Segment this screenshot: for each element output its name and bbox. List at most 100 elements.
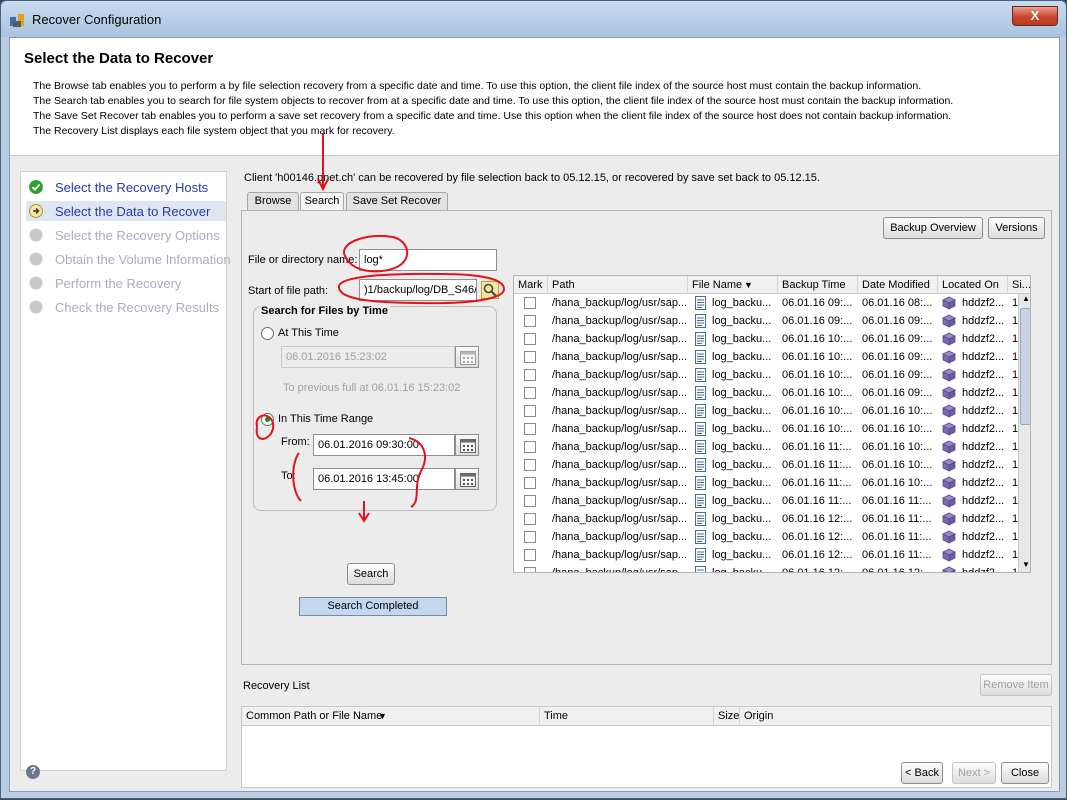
help-icon[interactable]: ?: [26, 765, 40, 779]
file-name-input[interactable]: log*: [359, 249, 497, 271]
mark-checkbox[interactable]: [524, 477, 536, 489]
scroll-up-arrow[interactable]: ▲: [1020, 294, 1030, 307]
tab-browse[interactable]: Browse: [247, 192, 299, 210]
column-time[interactable]: Time: [540, 707, 714, 725]
time-range-radio[interactable]: [261, 413, 274, 426]
cell-file-name: log_backu...: [712, 423, 772, 435]
wizard-steps: Select the Recovery Hosts Select the Dat…: [20, 171, 231, 771]
column-size[interactable]: Si...: [1008, 276, 1030, 294]
tab-search[interactable]: Search: [300, 192, 344, 210]
tab-save-set-recover[interactable]: Save Set Recover: [346, 192, 448, 210]
table-row[interactable]: /hana_backup/log/usr/sap... log_backu... 0…: [514, 348, 1022, 366]
next-button[interactable]: Next >: [952, 762, 996, 784]
mark-checkbox[interactable]: [524, 441, 536, 453]
cell-located-on: hddzf2...: [962, 423, 1005, 435]
mark-checkbox[interactable]: [524, 387, 536, 399]
column-size[interactable]: Size: [714, 707, 740, 725]
to-calendar-button[interactable]: [455, 468, 479, 490]
at-this-time-radio[interactable]: [261, 327, 274, 340]
search-button[interactable]: Search: [347, 563, 395, 585]
recovery-list-title: Recovery List: [243, 680, 310, 692]
mark-checkbox[interactable]: [524, 513, 536, 525]
cell-file-name: log_backu...: [712, 315, 772, 327]
file-icon: [695, 548, 706, 562]
table-row[interactable]: /hana_backup/log/usr/sap... log_backu... 0…: [514, 438, 1022, 456]
column-origin[interactable]: Origin: [740, 707, 1053, 725]
mark-checkbox[interactable]: [524, 531, 536, 543]
mark-checkbox[interactable]: [524, 297, 536, 309]
file-icon: [695, 368, 706, 382]
cell-path: /hana_backup/log/usr/sap...: [552, 315, 688, 327]
table-row[interactable]: /hana_backup/log/usr/sap... log_backu... 0…: [514, 492, 1022, 510]
step-select-data-to-recover[interactable]: Select the Data to Recover: [26, 201, 226, 221]
sort-desc-icon: ▼: [378, 711, 387, 721]
cell-date-modified: 06.01.16 09:...: [862, 333, 933, 345]
table-row[interactable]: /hana_backup/log/usr/sap... log_backu... 0…: [514, 366, 1022, 384]
file-icon: [695, 314, 706, 328]
title-bar[interactable]: Recover Configuration X: [1, 1, 1066, 37]
mark-checkbox[interactable]: [524, 495, 536, 507]
mark-checkbox[interactable]: [524, 549, 536, 561]
check-icon: [29, 180, 43, 194]
remove-item-button[interactable]: Remove Item: [980, 674, 1052, 696]
results-vertical-scrollbar[interactable]: ▲ ▼: [1018, 294, 1030, 572]
column-file-name[interactable]: File Name ▼: [688, 276, 778, 294]
dialog-content: Select the Data to Recover The Browse ta…: [9, 37, 1060, 792]
cell-located-on: hddzf2...: [962, 567, 1005, 573]
file-icon: [695, 440, 706, 454]
column-mark[interactable]: Mark: [514, 276, 548, 294]
column-date-modified[interactable]: Date Modified: [858, 276, 938, 294]
table-row[interactable]: /hana_backup/log/usr/sap... log_backu... 0…: [514, 510, 1022, 528]
file-icon: [695, 530, 706, 544]
table-row[interactable]: /hana_backup/log/usr/sap... log_backu... 0…: [514, 294, 1022, 312]
table-row[interactable]: /hana_backup/log/usr/sap... log_backu... 0…: [514, 402, 1022, 420]
to-date-input[interactable]: 06.01.2016 13:45:00: [313, 468, 455, 490]
table-row[interactable]: /hana_backup/log/usr/sap... log_backu... 0…: [514, 312, 1022, 330]
mark-checkbox[interactable]: [524, 315, 536, 327]
mark-checkbox[interactable]: [524, 369, 536, 381]
column-common-path[interactable]: Common Path or File Name ▼: [242, 707, 540, 725]
cell-path: /hana_backup/log/usr/sap...: [552, 369, 688, 381]
column-path[interactable]: Path: [548, 276, 688, 294]
table-row[interactable]: /hana_backup/log/usr/sap... log_backu... 0…: [514, 528, 1022, 546]
cell-file-name: log_backu...: [712, 531, 772, 543]
scroll-thumb[interactable]: [1020, 308, 1030, 425]
table-row[interactable]: /hana_backup/log/usr/sap... log_backu... 0…: [514, 456, 1022, 474]
from-date-input[interactable]: 06.01.2016 09:30:00: [313, 434, 455, 456]
main-area: Client 'h00146.pnet.ch' can be recovered…: [241, 156, 1053, 788]
column-backup-time[interactable]: Backup Time: [778, 276, 858, 294]
calendar-icon: [460, 351, 476, 365]
mark-checkbox[interactable]: [524, 423, 536, 435]
cell-file-name: log_backu...: [712, 495, 772, 507]
cell-path: /hana_backup/log/usr/sap...: [552, 441, 688, 453]
mark-checkbox[interactable]: [524, 333, 536, 345]
step-select-recovery-hosts[interactable]: Select the Recovery Hosts: [26, 177, 226, 197]
mark-checkbox[interactable]: [524, 405, 536, 417]
from-calendar-button[interactable]: [455, 434, 479, 456]
table-row[interactable]: /hana_backup/log/usr/sap... log_backu... 0…: [514, 384, 1022, 402]
table-row[interactable]: /hana_backup/log/usr/sap... log_backu... 0…: [514, 474, 1022, 492]
mark-checkbox[interactable]: [524, 351, 536, 363]
table-row[interactable]: /hana_backup/log/usr/sap... log_backu... 0…: [514, 564, 1022, 573]
close-button[interactable]: Close: [1001, 762, 1049, 784]
window-close-button[interactable]: X: [1012, 6, 1058, 26]
backup-overview-button[interactable]: Backup Overview: [883, 217, 983, 239]
volume-icon: [942, 566, 956, 572]
table-row[interactable]: /hana_backup/log/usr/sap... log_backu... 0…: [514, 330, 1022, 348]
scroll-down-arrow[interactable]: ▼: [1020, 560, 1030, 572]
cell-path: /hana_backup/log/usr/sap...: [552, 405, 688, 417]
column-located-on[interactable]: Located On: [938, 276, 1008, 294]
table-row[interactable]: /hana_backup/log/usr/sap... log_backu... 0…: [514, 546, 1022, 564]
file-icon: [695, 422, 706, 436]
cell-date-modified: 06.01.16 11:...: [862, 513, 932, 525]
table-row[interactable]: /hana_backup/log/usr/sap... log_backu... 0…: [514, 420, 1022, 438]
cell-located-on: hddzf2...: [962, 459, 1005, 471]
file-icon: [695, 566, 706, 572]
file-path-input[interactable]: )1/backup/log/DB_S46/: [359, 279, 477, 301]
mark-checkbox[interactable]: [524, 459, 536, 471]
mark-checkbox[interactable]: [524, 567, 536, 572]
client-message: Client 'h00146.pnet.ch' can be recovered…: [244, 172, 820, 184]
browse-search-icon[interactable]: [481, 281, 499, 299]
versions-button[interactable]: Versions: [988, 217, 1045, 239]
back-button[interactable]: < Back: [901, 762, 943, 784]
